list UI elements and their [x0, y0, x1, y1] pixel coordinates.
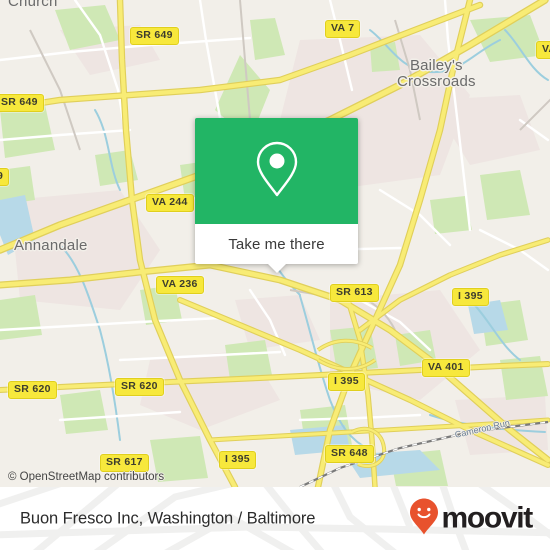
shield-sr-620-mid[interactable]: SR 620 — [115, 378, 164, 396]
location-popup-card[interactable]: Take me there — [195, 118, 358, 273]
moovit-wordmark: moovit — [441, 501, 533, 535]
shield-sr-649-left[interactable]: SR 649 — [0, 94, 44, 112]
moovit-logo: moovit — [409, 497, 533, 540]
popup-pointer-tail — [267, 264, 286, 273]
shield-va-244[interactable]: VA 244 — [146, 194, 194, 212]
shield-va-401[interactable]: VA 401 — [422, 359, 470, 377]
shield-left-cut[interactable]: 9 — [0, 168, 10, 186]
map-canvas[interactable]: Church Bailey's Crossroads Annandale Cam… — [0, 0, 550, 487]
map-screenshot: Church Bailey's Crossroads Annandale Cam… — [0, 0, 550, 550]
moovit-smiley-pin-icon — [409, 497, 439, 540]
location-title: Buon Fresco Inc, Washington / Baltimore — [20, 509, 316, 527]
shield-i-395-right[interactable]: I 395 — [452, 288, 489, 306]
shield-sr-620-left[interactable]: SR 620 — [8, 381, 57, 399]
shield-sr-648[interactable]: SR 648 — [325, 445, 374, 463]
shield-i-395-bottom[interactable]: I 395 — [219, 451, 256, 469]
bottom-info-bar: Buon Fresco Inc, Washington / Baltimore … — [0, 487, 550, 550]
shield-va-236[interactable]: VA 236 — [156, 276, 204, 294]
map-pin-icon — [254, 139, 300, 204]
popup-image-area — [195, 118, 358, 224]
popup-footer[interactable]: Take me there — [195, 224, 358, 273]
shield-sr-649-top[interactable]: SR 649 — [130, 27, 179, 45]
take-me-there-button[interactable]: Take me there — [228, 236, 324, 253]
osm-attribution[interactable]: © OpenStreetMap contributors — [8, 471, 164, 483]
shield-sr-613[interactable]: SR 613 — [330, 284, 379, 302]
shield-i-395-mid[interactable]: I 395 — [328, 373, 365, 391]
shield-va-7[interactable]: VA 7 — [325, 20, 361, 38]
shield-va-right-cut[interactable]: VA — [536, 41, 550, 59]
shield-sr-617[interactable]: SR 617 — [100, 454, 149, 472]
